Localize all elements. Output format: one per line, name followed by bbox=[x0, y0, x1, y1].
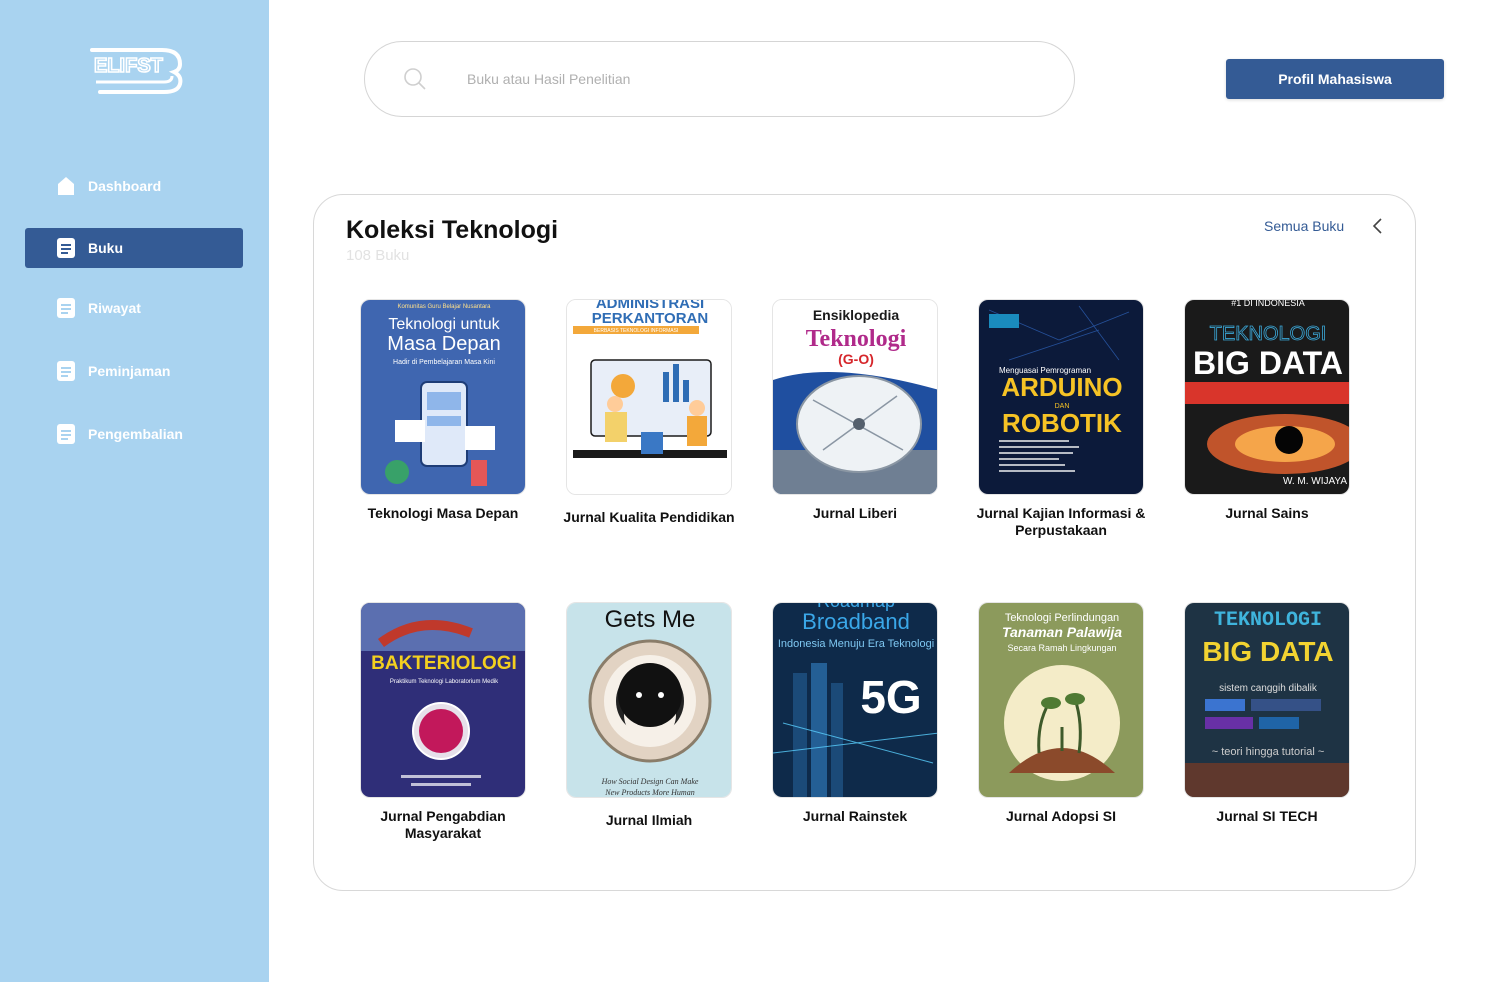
book-cover: Teknologi Perlindungan Tanaman Palawija … bbox=[978, 602, 1144, 798]
sidebar-item-dashboard[interactable]: Dashboard bbox=[25, 166, 243, 206]
svg-text:ROBOTIK: ROBOTIK bbox=[1002, 408, 1122, 438]
svg-text:Gets Me: Gets Me bbox=[605, 606, 696, 633]
sidebar-item-label: Dashboard bbox=[88, 178, 162, 194]
book-title: Jurnal Ilmiah bbox=[605, 812, 693, 828]
sidebar-item-buku[interactable]: Buku bbox=[25, 228, 243, 268]
svg-text:Teknologi untuk: Teknologi untuk bbox=[388, 316, 500, 333]
book-title: Jurnal Sains bbox=[1225, 505, 1309, 521]
book-cover: Roadmap Broadband Indonesia Menuju Era T… bbox=[772, 602, 938, 798]
svg-text:BIG DATA: BIG DATA bbox=[1193, 345, 1343, 381]
book-title: Jurnal Pengabdian Masyarakat bbox=[380, 808, 506, 841]
book-cover: Gets Me How Social Design Can Make New P… bbox=[566, 602, 732, 798]
svg-text:PERKANTORAN: PERKANTORAN bbox=[592, 310, 708, 327]
svg-text:~ teori hingga tutorial ~: ~ teori hingga tutorial ~ bbox=[1212, 746, 1325, 758]
sidebar-item-peminjaman[interactable]: Peminjaman bbox=[25, 351, 243, 391]
book-card[interactable]: BAKTERIOLOGI Praktikum Teknologi Laborat… bbox=[348, 602, 538, 842]
svg-text:Teknologi Perlindungan: Teknologi Perlindungan bbox=[1005, 612, 1119, 624]
svg-text:TEKNOLOGI: TEKNOLOGI bbox=[1214, 609, 1322, 632]
book-card[interactable]: Gets Me How Social Design Can Make New P… bbox=[554, 602, 744, 829]
book-card[interactable]: TEKNOLOGI BIG DATA sistem canggih dibali… bbox=[1172, 602, 1362, 825]
book-title: Jurnal Liberi bbox=[812, 505, 898, 521]
svg-text:Ensiklopedia: Ensiklopedia bbox=[813, 307, 900, 323]
svg-text:BERBASIS TEKNOLOGI INFORMASI: BERBASIS TEKNOLOGI INFORMASI bbox=[594, 328, 679, 334]
collection-count: 108 Buku bbox=[346, 247, 410, 264]
book-card[interactable]: #1 DI INDONESIA TEKNOLOGI BIG DATA W. M.… bbox=[1172, 299, 1362, 522]
svg-text:New Products More Human: New Products More Human bbox=[604, 788, 694, 797]
book-cover: Ensiklopedia Teknologi (G-O) bbox=[772, 299, 938, 495]
book-card[interactable]: Menguasai Pemrograman ARDUINO DAN ROBOTI… bbox=[966, 299, 1156, 539]
svg-text:BAKTERIOLOGI: BAKTERIOLOGI bbox=[371, 653, 517, 674]
sidebar-item-riwayat[interactable]: Riwayat bbox=[25, 288, 243, 328]
document-icon bbox=[57, 361, 75, 381]
chevron-left-icon[interactable] bbox=[1370, 217, 1384, 235]
book-cover: Menguasai Pemrograman ARDUINO DAN ROBOTI… bbox=[978, 299, 1144, 495]
sidebar-item-label: Peminjaman bbox=[88, 363, 171, 379]
book-card[interactable]: ADMINISTRASI PERKANTORAN BERBASIS TEKNOL… bbox=[554, 299, 744, 526]
search-input[interactable] bbox=[467, 71, 1027, 87]
svg-text:How Social Design Can Make: How Social Design Can Make bbox=[601, 777, 699, 786]
svg-text:Praktikum Teknologi Laboratori: Praktikum Teknologi Laboratorium Medik bbox=[390, 679, 499, 685]
book-cover: TEKNOLOGI BIG DATA sistem canggih dibali… bbox=[1184, 602, 1350, 798]
book-cover: #1 DI INDONESIA TEKNOLOGI BIG DATA W. M.… bbox=[1184, 299, 1350, 495]
home-icon bbox=[57, 176, 75, 196]
book-title: Teknologi Masa Depan bbox=[367, 505, 519, 521]
svg-text:Teknologi: Teknologi bbox=[806, 326, 907, 352]
collection-title: Koleksi Teknologi bbox=[346, 216, 559, 244]
book-card[interactable]: Roadmap Broadband Indonesia Menuju Era T… bbox=[760, 602, 950, 825]
book-title: Jurnal Kualita Pendidikan bbox=[563, 509, 735, 525]
collection-panel: Koleksi Teknologi 108 Buku Semua Buku Ko… bbox=[313, 194, 1416, 891]
svg-text:sistem canggih dibalik: sistem canggih dibalik bbox=[1219, 683, 1318, 694]
book-card[interactable]: Ensiklopedia Teknologi (G-O) Jurnal Libe… bbox=[760, 299, 950, 522]
svg-text:Masa Depan: Masa Depan bbox=[387, 333, 500, 355]
svg-text:Tanaman Palawija: Tanaman Palawija bbox=[1002, 624, 1122, 640]
document-icon bbox=[57, 298, 75, 318]
sidebar-item-label: Riwayat bbox=[88, 300, 141, 316]
book-title: Jurnal Adopsi SI bbox=[1006, 808, 1116, 824]
sidebar-item-label: Pengembalian bbox=[88, 426, 183, 442]
svg-text:Broadband: Broadband bbox=[802, 609, 910, 634]
book-cover: BAKTERIOLOGI Praktikum Teknologi Laborat… bbox=[360, 602, 526, 798]
sidebar-item-pengembalian[interactable]: Pengembalian bbox=[25, 414, 243, 454]
book-cover: ADMINISTRASI PERKANTORAN BERBASIS TEKNOL… bbox=[566, 299, 732, 495]
svg-text:#1 DI INDONESIA: #1 DI INDONESIA bbox=[1231, 300, 1305, 308]
book-cover: Komunitas Guru Belajar Nusantara Teknolo… bbox=[360, 299, 526, 495]
book-title: Jurnal Rainstek bbox=[802, 808, 908, 824]
svg-text:5G: 5G bbox=[860, 671, 921, 723]
document-icon bbox=[57, 238, 75, 258]
book-title: Jurnal Kajian Informasi & Perpustakaan bbox=[976, 505, 1146, 538]
svg-text:Secara Ramah Lingkungan: Secara Ramah Lingkungan bbox=[1007, 643, 1116, 653]
search-bar[interactable] bbox=[364, 41, 1075, 117]
svg-text:ARDUINO: ARDUINO bbox=[1001, 372, 1122, 402]
svg-text:(G-O): (G-O) bbox=[838, 351, 874, 367]
sidebar: ELIFST Dashboard Buku Riwayat Peminjaman… bbox=[0, 0, 269, 982]
profile-button[interactable]: Profil Mahasiswa bbox=[1226, 59, 1444, 99]
svg-text:Indonesia Menuju Era Teknologi: Indonesia Menuju Era Teknologi bbox=[778, 638, 934, 650]
svg-text:TEKNOLOGI: TEKNOLOGI bbox=[1210, 323, 1327, 345]
logo-text: ELIFST bbox=[94, 55, 163, 77]
book-card[interactable]: Komunitas Guru Belajar Nusantara Teknolo… bbox=[348, 299, 538, 522]
search-icon[interactable] bbox=[403, 67, 427, 91]
book-title: Jurnal SI TECH bbox=[1216, 808, 1318, 824]
sidebar-item-label: Buku bbox=[88, 240, 123, 256]
svg-text:BIG DATA: BIG DATA bbox=[1202, 636, 1333, 667]
svg-text:Komunitas Guru Belajar Nusanta: Komunitas Guru Belajar Nusantara bbox=[397, 304, 491, 310]
see-all-link[interactable]: Semua Buku bbox=[1264, 218, 1344, 234]
svg-text:Hadir di Pembelajaran Masa Kin: Hadir di Pembelajaran Masa Kini bbox=[393, 359, 495, 366]
document-icon bbox=[57, 424, 75, 444]
book-card[interactable]: Teknologi Perlindungan Tanaman Palawija … bbox=[966, 602, 1156, 825]
app-logo[interactable]: ELIFST bbox=[86, 40, 186, 96]
svg-text:W. M. WIJAYA: W. M. WIJAYA bbox=[1283, 476, 1347, 487]
